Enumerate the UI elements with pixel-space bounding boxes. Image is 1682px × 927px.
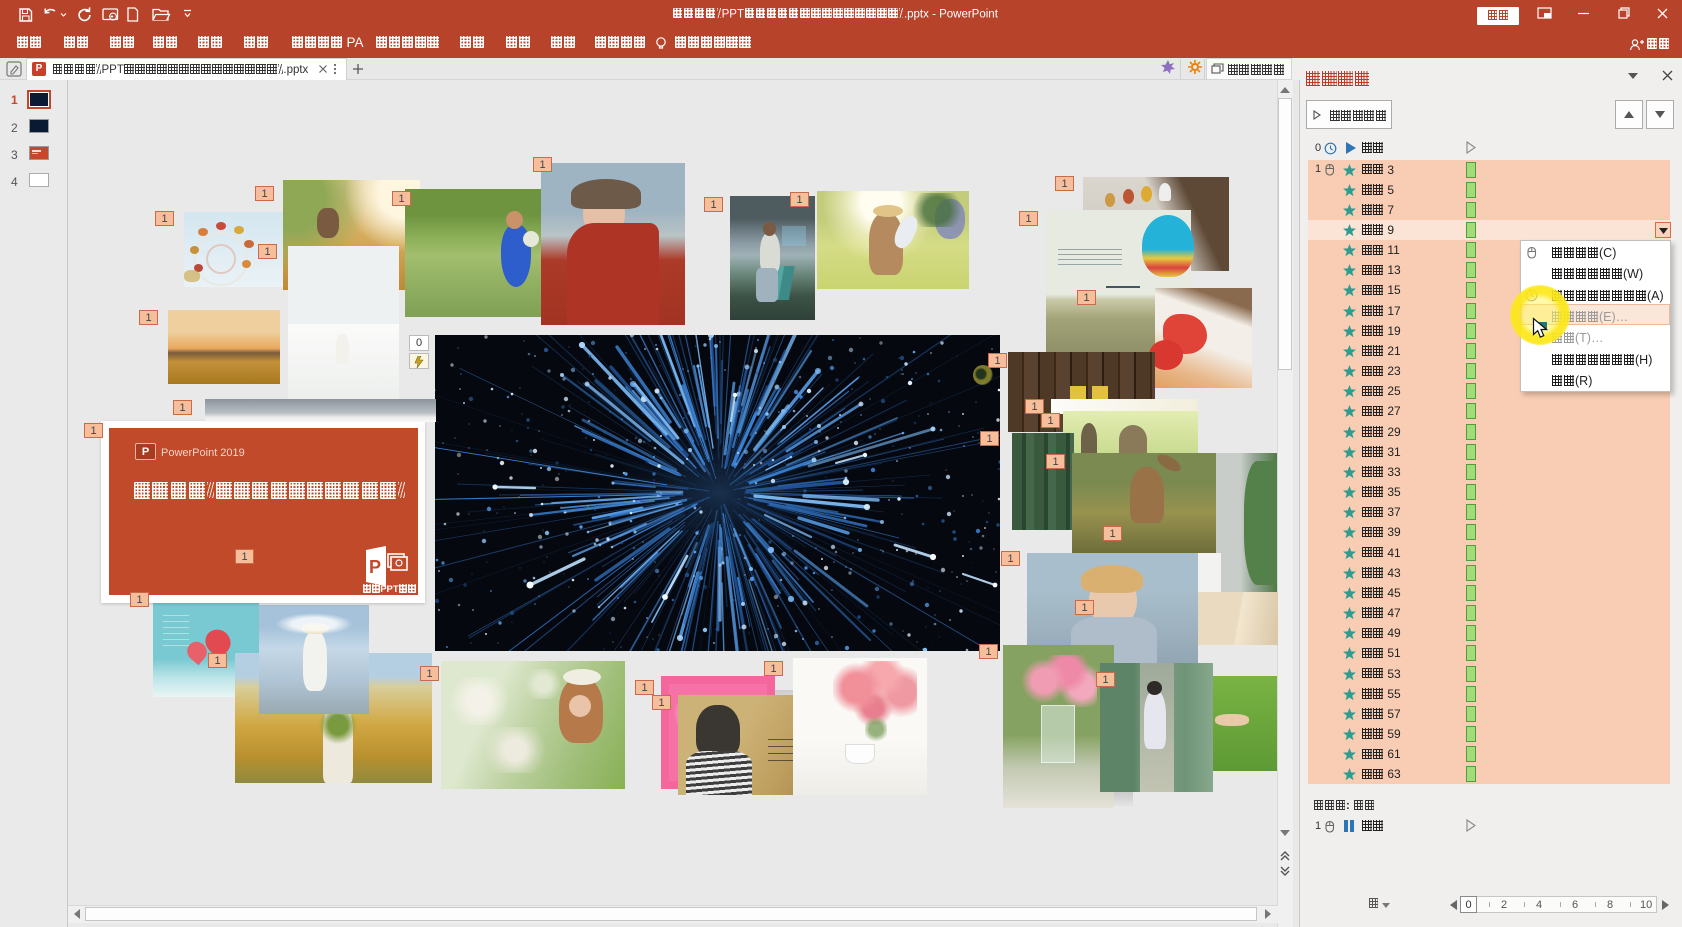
svg-text:P: P xyxy=(369,557,381,577)
